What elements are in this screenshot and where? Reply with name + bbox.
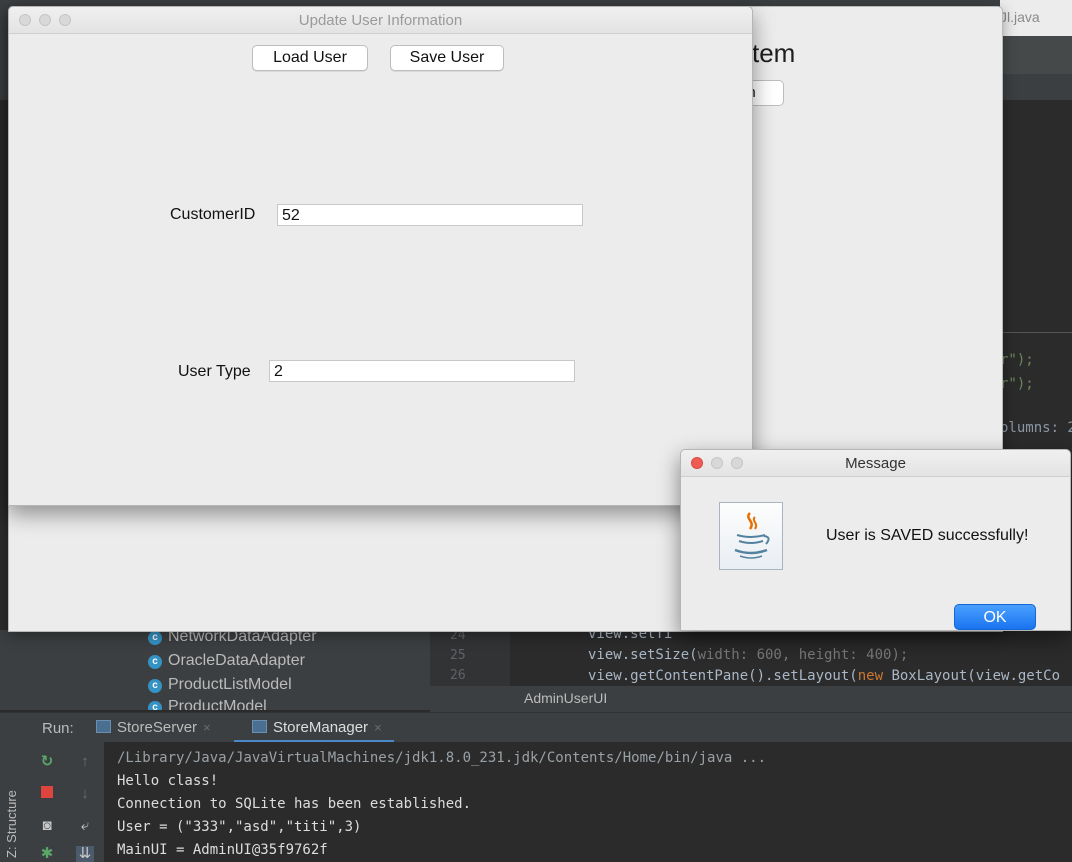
java-cup-icon <box>719 502 783 570</box>
editor-breadcrumb[interactable]: AdminUserUI <box>430 686 1072 712</box>
class-icon: c <box>148 631 162 645</box>
customer-id-field[interactable]: 52 <box>277 204 583 226</box>
run-label: Run: <box>42 720 74 737</box>
tree-item-oracle-data-adapter[interactable]: c OracleDataAdapter <box>148 652 305 670</box>
message-titlebar[interactable]: Message <box>681 450 1070 477</box>
line-gutter <box>430 630 510 686</box>
console-line: Hello class! <box>117 773 219 789</box>
message-dialog: Message User is SAVED successfully! OK <box>680 449 1071 631</box>
save-user-button[interactable]: Save User <box>390 45 504 71</box>
camera-icon[interactable]: ◙ <box>38 818 56 834</box>
breadcrumb-label: AdminUserUI <box>524 690 608 706</box>
scroll-to-end-icon[interactable]: ⇊ <box>76 846 94 862</box>
up-arrow-icon[interactable]: ↑ <box>76 754 94 770</box>
ide-divider <box>1000 332 1072 333</box>
class-icon: c <box>148 701 162 710</box>
console-line: /Library/Java/JavaVirtualMachines/jdk1.8… <box>117 750 767 766</box>
ide-editor-tab-label: Jl.java <box>1000 9 1040 25</box>
close-tab-icon[interactable]: × <box>374 720 382 735</box>
dialog-title: Update User Information <box>298 12 463 29</box>
console-line: MainUI = AdminUI@35f9762f <box>117 842 328 858</box>
ide-secondary-tabstrip <box>1000 74 1072 101</box>
close-tab-icon[interactable]: × <box>203 720 211 735</box>
tree-item-product-list-model[interactable]: c ProductListModel <box>148 676 292 694</box>
console-tab-icon <box>96 720 111 733</box>
console-tab-icon <box>252 720 267 733</box>
line-number: 26 <box>450 668 466 683</box>
debug-icon[interactable]: ✱ <box>38 846 56 862</box>
code-line: view.getContentPane().setLayout(new BoxL… <box>588 668 1061 684</box>
structure-tool-label[interactable]: Z: Structure <box>4 790 19 858</box>
code-fragment: r"); <box>1000 352 1034 368</box>
load-user-button[interactable]: Load User <box>252 45 368 71</box>
soft-wrap-icon[interactable]: ⤶ <box>76 818 94 834</box>
message-text: User is SAVED successfully! <box>826 527 1029 544</box>
user-type-field[interactable]: 2 <box>269 360 575 382</box>
stop-icon[interactable] <box>38 786 56 802</box>
user-type-label: User Type <box>178 363 251 380</box>
dialog-titlebar[interactable]: Update User Information <box>9 7 752 34</box>
code-fragment: olumns: 20 <box>1000 420 1072 436</box>
rerun-icon[interactable]: ↻ <box>38 754 56 770</box>
customer-id-label: CustomerID <box>170 206 256 223</box>
run-tab-store-manager[interactable]: StoreManager × <box>252 719 382 736</box>
line-number: 25 <box>450 648 466 663</box>
message-title: Message <box>845 455 906 472</box>
class-icon: c <box>148 655 162 669</box>
code-fragment: r"); <box>1000 376 1034 392</box>
update-user-dialog: Update User Information Load User Save U… <box>8 6 753 506</box>
class-icon: c <box>148 679 162 693</box>
console-line: Connection to SQLite has been establishe… <box>117 796 472 812</box>
ide-editor-tab[interactable]: Jl.java <box>1000 0 1072 37</box>
console-line: User = ("333","asd","titi",3) <box>117 819 362 835</box>
code-line: view.setSize(width: 600, height: 400); <box>588 647 909 663</box>
down-arrow-icon[interactable]: ↓ <box>76 786 94 802</box>
ok-button[interactable]: OK <box>954 604 1036 630</box>
tree-item-product-model[interactable]: c ProductModel <box>148 698 267 710</box>
run-tab-store-server[interactable]: StoreServer × <box>96 719 211 736</box>
